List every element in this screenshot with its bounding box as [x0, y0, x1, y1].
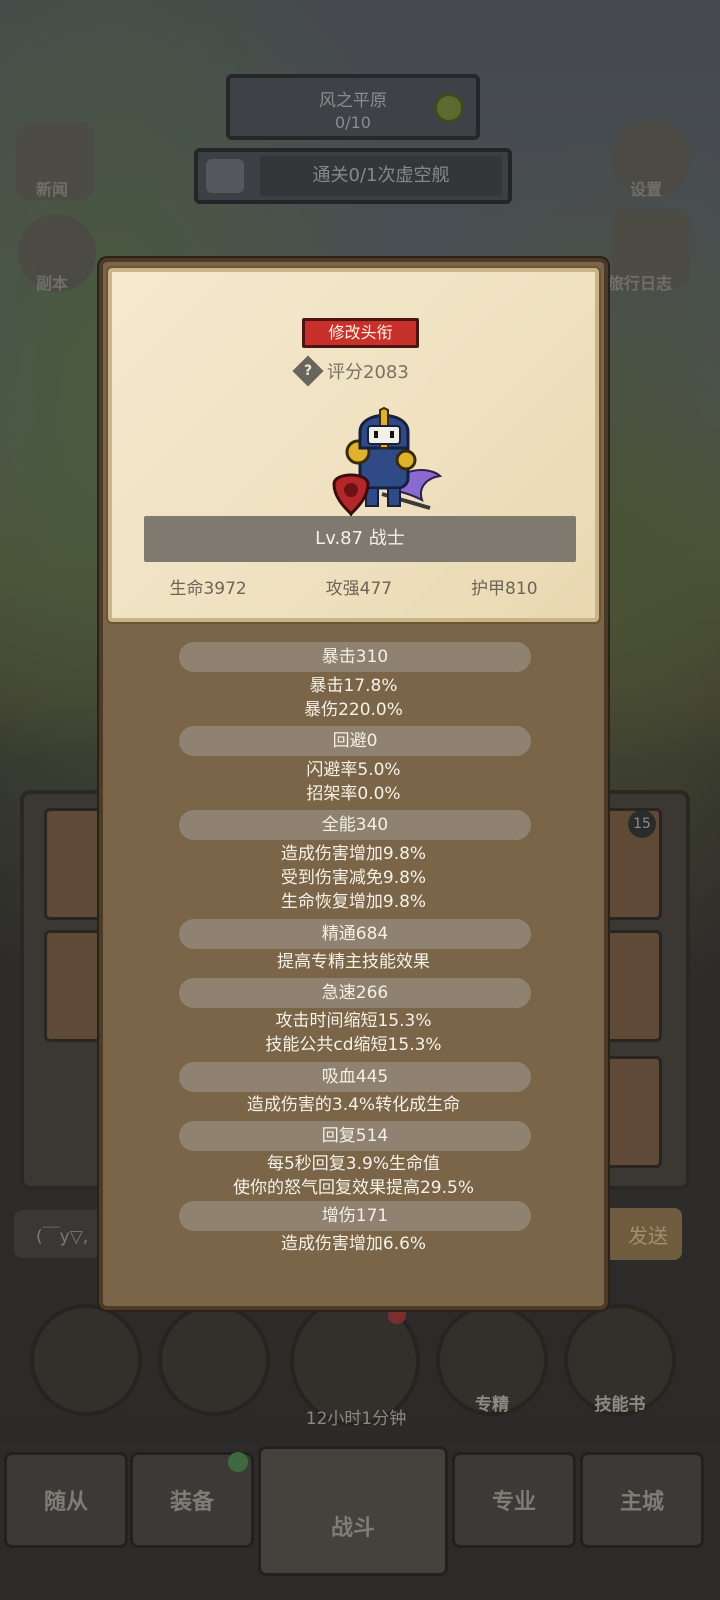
- stat-line: 造成伤害的3.4%转化成生命: [246, 1095, 461, 1115]
- help-icon[interactable]: ?: [292, 355, 324, 387]
- nav-followers[interactable]: 随从: [4, 1452, 128, 1548]
- send-button[interactable]: 发送: [604, 1208, 682, 1260]
- equip-slot[interactable]: [600, 1056, 662, 1168]
- bread-button[interactable]: [158, 1304, 270, 1416]
- level-badge: 15: [628, 810, 656, 838]
- stat-header-haste: 急速266: [179, 978, 531, 1008]
- armor-stat: 护甲810: [471, 579, 538, 599]
- settings-label: 设置: [630, 180, 663, 199]
- chest-timer: 12小时1分钟: [305, 1409, 407, 1429]
- stat-header-regen: 回复514: [179, 1121, 531, 1151]
- equip-slot[interactable]: [44, 930, 106, 1042]
- stat-header-crit: 暴击310: [179, 642, 531, 672]
- warrior-character-icon: [332, 406, 443, 518]
- attack-stat: 攻强477: [325, 579, 393, 599]
- stat-line: 造成伤害增加6.6%: [280, 1234, 427, 1254]
- stat-line: 受到伤害减免9.8%: [280, 868, 427, 888]
- refresh-icon[interactable]: [434, 93, 464, 123]
- potion-button[interactable]: [30, 1304, 142, 1416]
- base-stats-row: 生命3972 攻强477 护甲810: [112, 574, 595, 599]
- quest-text: 通关0/1次虚空舰: [260, 156, 502, 196]
- stat-line: 闪避率5.0%: [306, 760, 401, 780]
- profile-card: 修改头衔 ? 评分2083 Lv.87 战士 生命3972 攻强477 护甲81…: [106, 266, 601, 624]
- stat-header-avoidance: 回避0: [179, 726, 531, 756]
- travel-log-label: 旅行日志: [608, 274, 673, 293]
- stat-line: 提高专精主技能效果: [277, 952, 430, 972]
- alert-icon: [206, 159, 244, 193]
- stat-line: 暴击17.8%: [309, 676, 398, 696]
- stat-line: 技能公共cd缩短15.3%: [265, 1035, 442, 1055]
- dungeon-label: 副本: [36, 274, 69, 293]
- score-row: ? 评分2083: [292, 355, 409, 387]
- change-title-button[interactable]: 修改头衔: [302, 318, 419, 348]
- equip-slot[interactable]: [600, 930, 662, 1042]
- stat-header-mastery: 精通684: [179, 919, 531, 949]
- stat-line: 造成伤害增加9.8%: [280, 844, 427, 864]
- nav-profession[interactable]: 专业: [452, 1452, 576, 1548]
- stat-header-damage-increase: 增伤171: [179, 1201, 531, 1231]
- stat-line: 暴伤220.0%: [304, 700, 403, 720]
- stat-line: 使你的怒气回复效果提高29.5%: [232, 1178, 474, 1198]
- stat-line: 招架率0.0%: [306, 784, 401, 804]
- score-text: 评分2083: [327, 362, 409, 383]
- notification-dot: [228, 1452, 248, 1472]
- stat-line: 攻击时间缩短15.3%: [275, 1011, 432, 1031]
- stat-line: 生命恢复增加9.8%: [280, 892, 427, 912]
- level-class-banner: Lv.87 战士: [144, 516, 576, 562]
- skillbook-label: 技能书: [594, 1395, 646, 1415]
- map-panel[interactable]: 风之平原 0/10: [226, 74, 480, 140]
- nav-main-city[interactable]: 主城: [580, 1452, 704, 1548]
- hp-stat: 生命3972: [169, 579, 247, 599]
- news-label: 新闻: [36, 180, 69, 199]
- nav-battle[interactable]: 战斗: [258, 1446, 448, 1576]
- character-stats-modal: 修改头衔 ? 评分2083 Lv.87 战士 生命3972 攻强477 护甲81…: [99, 258, 608, 1310]
- specialization-label: 专精: [475, 1395, 509, 1415]
- stat-line: 每5秒回复3.9%生命值: [266, 1154, 440, 1174]
- stat-header-lifesteal: 吸血445: [179, 1062, 531, 1092]
- equip-slot[interactable]: [44, 808, 106, 920]
- stat-header-versatility: 全能340: [179, 810, 531, 840]
- quest-bar[interactable]: 通关0/1次虚空舰: [194, 148, 512, 204]
